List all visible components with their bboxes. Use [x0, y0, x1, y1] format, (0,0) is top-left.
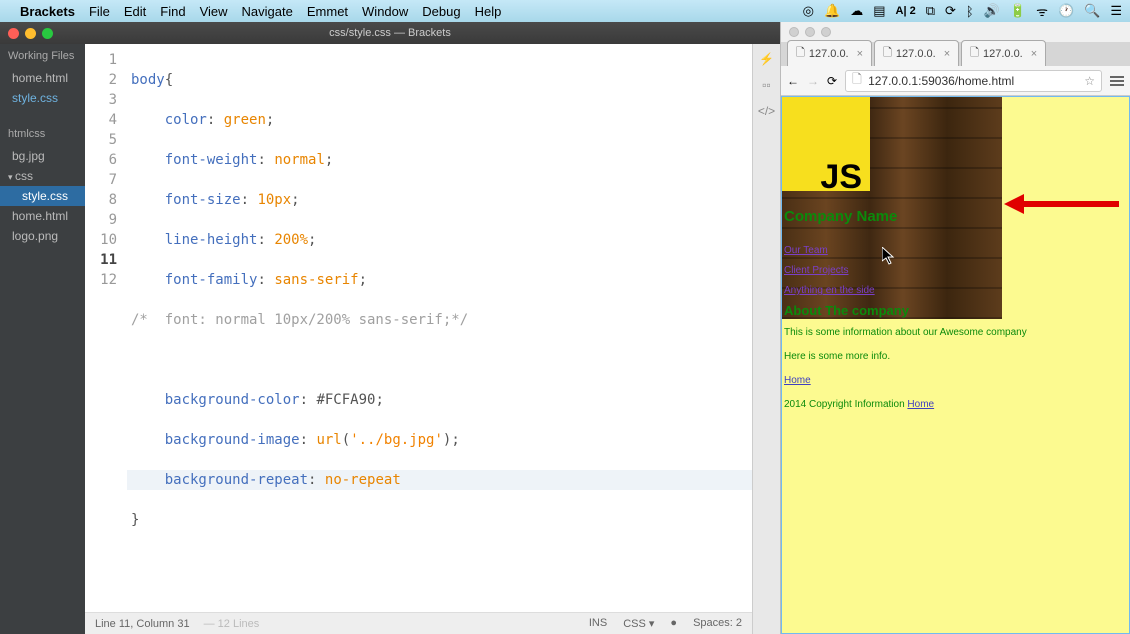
close-button[interactable] [8, 28, 19, 39]
menu-debug[interactable]: Debug [422, 4, 460, 19]
tree-file[interactable]: bg.jpg [0, 146, 85, 166]
status-ins[interactable]: INS [589, 617, 607, 630]
rendered-page: JS Company Name Our Team Client Projects… [781, 96, 1130, 634]
box-icon[interactable]: ▤ [873, 3, 885, 19]
status-spaces[interactable]: Spaces: 2 [693, 617, 742, 630]
page-background-image: JS Company Name Our Team Client Projects… [782, 97, 1002, 319]
address-bar[interactable]: 🗋 127.0.0.1:59036/home.html ☆ [845, 70, 1102, 92]
bell-icon[interactable]: 🔔 [824, 3, 840, 19]
status-lang[interactable]: CSS ▾ [623, 617, 654, 630]
browser-tab[interactable]: 🗋 127.0.0.× [787, 40, 872, 66]
code-content[interactable]: body{ color: green; font-weight: normal;… [127, 44, 752, 612]
clock-icon[interactable]: 🕐 [1058, 3, 1074, 19]
url-text: 127.0.0.1:59036/home.html [868, 74, 1014, 88]
mac-menubar: Brackets File Edit Find View Navigate Em… [0, 0, 1130, 22]
tab-close-icon[interactable]: × [944, 48, 950, 60]
chrome-zoom-icon[interactable] [821, 27, 831, 37]
tree-file[interactable]: home.html [0, 206, 85, 226]
bluetooth-icon[interactable]: ᛒ [966, 4, 974, 19]
forward-icon[interactable]: → [807, 74, 819, 88]
bookmark-star-icon[interactable]: ☆ [1084, 74, 1095, 88]
tab-close-icon[interactable]: × [1031, 48, 1037, 60]
siri-icon[interactable]: ◎ [803, 3, 814, 19]
chrome-close-icon[interactable] [789, 27, 799, 37]
working-files-header: Working Files [0, 44, 85, 68]
tree-file-active[interactable]: style.css [0, 186, 85, 206]
nav-link[interactable]: Client Projects [784, 261, 875, 281]
tree-file[interactable]: logo.png [0, 226, 85, 246]
adobe-icon[interactable]: A| 2 [896, 5, 916, 17]
cloud-icon[interactable]: ☁ [850, 3, 863, 19]
menu-emmet[interactable]: Emmet [307, 4, 348, 19]
annotation-arrow-icon [1004, 189, 1124, 219]
brackets-titlebar: css/style.css — Brackets [0, 22, 780, 44]
code-editor[interactable]: 123456789101112 body{ color: green; font… [85, 44, 752, 612]
tree-folder[interactable]: css [0, 166, 85, 186]
nav-link[interactable]: Our Team [784, 241, 875, 261]
zoom-button[interactable] [42, 28, 53, 39]
back-icon[interactable]: ← [787, 74, 799, 88]
status-indicator: ● [670, 617, 677, 630]
window-title: css/style.css — Brackets [329, 27, 451, 39]
extensions-icon[interactable]: ▫▫ [762, 78, 771, 92]
page-paragraph: This is some information about our Aweso… [784, 323, 1127, 343]
reload-icon[interactable]: ⟳ [827, 74, 837, 88]
home-link[interactable]: Home [784, 371, 1127, 391]
list-icon[interactable]: ☰ [1110, 3, 1122, 19]
menu-file[interactable]: File [89, 4, 110, 19]
menu-window[interactable]: Window [362, 4, 408, 19]
search-icon[interactable]: 🔍 [1084, 3, 1100, 19]
tab-strip: 🗋 127.0.0.× 🗋 127.0.0.× 🗋 127.0.0.× [781, 42, 1130, 66]
volume-icon[interactable]: 🔊 [984, 3, 1000, 19]
page-icon: 🗋 [852, 70, 864, 91]
footer-text: 2014 Copyright Information Home [784, 395, 1127, 415]
brackets-window: css/style.css — Brackets Working Files h… [0, 22, 780, 634]
page-paragraph: Here is some more info. [784, 347, 1127, 367]
working-file[interactable]: style.css [0, 88, 85, 108]
menu-navigate[interactable]: Navigate [242, 4, 293, 19]
wifi-icon[interactable]: ᯤ [1036, 2, 1048, 20]
menu-find[interactable]: Find [160, 4, 185, 19]
footer-home-link[interactable]: Home [907, 399, 934, 410]
sync-icon[interactable]: ⟳ [945, 3, 956, 19]
line-gutter: 123456789101112 [85, 44, 127, 612]
nav-links: Our Team Client Projects Anything en the… [784, 241, 875, 301]
menu-help[interactable]: Help [475, 4, 502, 19]
brackets-sidebar: Working Files home.html style.css htmlcs… [0, 44, 85, 634]
live-preview-icon[interactable]: ⚡ [759, 52, 774, 66]
project-header[interactable]: htmlcss [0, 122, 85, 146]
status-cursor-pos: Line 11, Column 31 [95, 618, 190, 630]
working-file[interactable]: home.html [0, 68, 85, 88]
status-lines: — 12 Lines [204, 618, 260, 630]
browser-tab[interactable]: 🗋 127.0.0.× [874, 40, 959, 66]
menubar-status-icons: ◎ 🔔 ☁ ▤ A| 2 ⧉ ⟳ ᛒ 🔊 🔋 ᯤ 🕐 🔍 ☰ [803, 2, 1122, 20]
chrome-menu-icon[interactable] [1110, 76, 1124, 86]
menubar-app-name[interactable]: Brackets [20, 4, 75, 19]
nav-link[interactable]: Anything en the side [784, 281, 875, 301]
tab-close-icon[interactable]: × [857, 48, 863, 60]
menu-edit[interactable]: Edit [124, 4, 146, 19]
brackets-right-rail: ⚡ ▫▫ </> [752, 44, 780, 634]
cursor-icon [882, 247, 896, 265]
chrome-window: 🗋 127.0.0.× 🗋 127.0.0.× 🗋 127.0.0.× ← → … [780, 22, 1130, 634]
dropbox-icon[interactable]: ⧉ [926, 3, 935, 19]
code-icon[interactable]: </> [758, 104, 775, 118]
browser-tab[interactable]: 🗋 127.0.0.× [961, 40, 1046, 66]
battery-icon[interactable]: 🔋 [1010, 3, 1026, 19]
chrome-min-icon[interactable] [805, 27, 815, 37]
company-heading: Company Name [784, 207, 897, 227]
chrome-traffic [781, 22, 1130, 42]
menu-view[interactable]: View [200, 4, 228, 19]
browser-toolbar: ← → ⟳ 🗋 127.0.0.1:59036/home.html ☆ [781, 66, 1130, 96]
js-logo: JS [782, 97, 870, 191]
minimize-button[interactable] [25, 28, 36, 39]
status-bar: Line 11, Column 31 — 12 Lines INS CSS ▾ … [85, 612, 752, 634]
about-heading: About The company [784, 301, 909, 321]
